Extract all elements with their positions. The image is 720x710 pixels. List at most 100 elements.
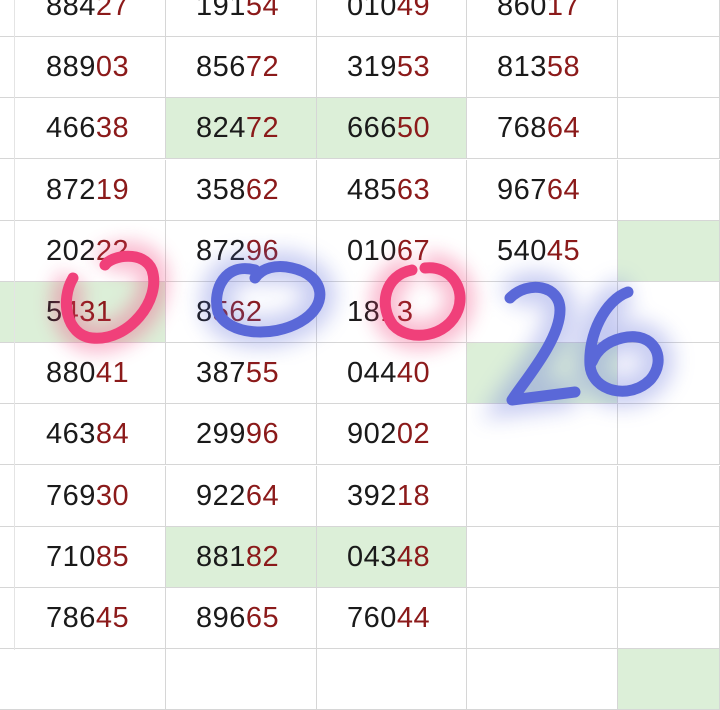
cell-value-leading-digits: 872 (46, 173, 96, 206)
table-cell[interactable]: 8 562 (166, 282, 317, 343)
cell-value-trailing-digits: 54 (245, 0, 280, 22)
cell-value-trailing-digits: 55 (245, 356, 280, 389)
cell-value-trailing-digits: 27 (95, 0, 130, 22)
table-cell[interactable]: 768 64 (467, 98, 618, 159)
cell-value-leading-digits: 191 (196, 0, 246, 22)
cell-value-leading-digits: 967 (497, 173, 547, 206)
table-cell[interactable]: 760 44 (317, 588, 467, 649)
cell-value-trailing-digits: 431 (62, 295, 113, 328)
cell-value-trailing-digits: 45 (546, 234, 581, 267)
table-cell[interactable]: 824 72 (166, 98, 317, 159)
cell-value-leading-digits: 8 (196, 295, 213, 328)
table-cell[interactable] (618, 221, 720, 282)
table-cell[interactable] (618, 588, 720, 649)
table-cell[interactable]: 463 84 (0, 404, 166, 465)
table-cell[interactable] (618, 649, 720, 710)
table-cell[interactable]: 896 65 (166, 588, 317, 649)
table-cell[interactable] (467, 649, 618, 710)
cell-value-leading-digits: 884 (46, 0, 96, 22)
cell-value-trailing-digits: 82 (245, 540, 280, 573)
table-cell[interactable]: 856 72 (166, 37, 317, 98)
table-cell[interactable] (467, 282, 618, 343)
table-cell[interactable]: 786 45 (0, 588, 166, 649)
table-cell[interactable] (467, 343, 618, 404)
table-cell[interactable]: 880 41 (0, 343, 166, 404)
table-cell[interactable] (467, 588, 618, 649)
cell-value-trailing-digits: 18 (396, 479, 431, 512)
cell-value-leading-digits: 202 (46, 234, 96, 267)
cell-value-leading-digits: 666 (347, 111, 397, 144)
table-cell[interactable] (618, 466, 720, 527)
cell-value-leading-digits: 786 (46, 601, 96, 634)
table-cell[interactable]: 872 96 (166, 221, 317, 282)
table-cell[interactable] (317, 649, 467, 710)
table-cell[interactable]: 881 82 (166, 527, 317, 588)
table-cell[interactable]: 889 03 (0, 37, 166, 98)
table-cell[interactable]: 769 30 (0, 466, 166, 527)
table-cell[interactable] (467, 466, 618, 527)
table-cell[interactable] (166, 649, 317, 710)
cell-value-leading-digits: 387 (196, 356, 246, 389)
table-cell[interactable]: 967 64 (467, 160, 618, 221)
table-cell[interactable]: 540 45 (467, 221, 618, 282)
table-cell[interactable]: 485 63 (317, 160, 467, 221)
table-cell[interactable] (618, 98, 720, 159)
table-cell[interactable]: 010 67 (317, 221, 467, 282)
table-cell[interactable]: 466 38 (0, 98, 166, 159)
table-cell[interactable] (467, 404, 618, 465)
cell-value-trailing-digits: 19 (95, 173, 130, 206)
table-cell[interactable]: 358 62 (166, 160, 317, 221)
table-cell[interactable]: 5 431 (0, 282, 166, 343)
cell-value-trailing-digits: 64 (546, 111, 581, 144)
table-cell[interactable]: 666 50 (317, 98, 467, 159)
cell-value-leading-digits: 463 (46, 417, 96, 450)
table-cell[interactable]: 299 96 (166, 404, 317, 465)
table-cell[interactable]: 387 55 (166, 343, 317, 404)
table-cell[interactable]: 902 02 (317, 404, 467, 465)
table-cell[interactable]: 922 64 (166, 466, 317, 527)
cell-value-trailing-digits: 72 (245, 50, 280, 83)
spreadsheet-grid: 884 27 191 54 010 49 860 17 889 03 856 72 319 53 813 58… (0, 0, 720, 710)
table-cell[interactable] (618, 37, 720, 98)
table-cell[interactable] (618, 404, 720, 465)
cell-value-leading-digits: 813 (497, 50, 547, 83)
table-cell[interactable] (618, 527, 720, 588)
cell-value-leading-digits: 710 (46, 540, 96, 573)
cell-value-trailing-digits: 40 (396, 356, 431, 389)
table-cell[interactable]: 18 13 (317, 282, 467, 343)
cell-value-trailing-digits: 22 (95, 234, 130, 267)
cell-value-leading-digits: 18 (347, 295, 381, 328)
table-cell[interactable]: 860 17 (467, 0, 618, 37)
table-cell[interactable]: 202 22 (0, 221, 166, 282)
cell-value-leading-digits: 299 (196, 417, 246, 450)
cell-value-trailing-digits: 48 (396, 540, 431, 573)
table-cell[interactable] (0, 649, 166, 710)
cell-value-trailing-digits: 62 (245, 173, 280, 206)
table-cell[interactable] (618, 343, 720, 404)
cell-value-trailing-digits: 63 (396, 173, 431, 206)
table-cell[interactable] (618, 160, 720, 221)
cell-value-leading-digits: 902 (347, 417, 397, 450)
table-cell[interactable]: 392 18 (317, 466, 467, 527)
table-cell[interactable]: 884 27 (0, 0, 166, 37)
table-cell[interactable] (618, 282, 720, 343)
cell-value-trailing-digits: 53 (396, 50, 431, 83)
table-cell[interactable] (618, 0, 720, 37)
table-cell[interactable]: 044 40 (317, 343, 467, 404)
table-cell[interactable]: 043 48 (317, 527, 467, 588)
cell-value-leading-digits: 010 (347, 0, 397, 22)
cell-value-trailing-digits: 58 (546, 50, 581, 83)
table-cell[interactable]: 710 85 (0, 527, 166, 588)
table-cell[interactable]: 813 58 (467, 37, 618, 98)
cell-value-leading-digits: 540 (497, 234, 547, 267)
cell-value-trailing-digits: 96 (245, 234, 280, 267)
cell-value-trailing-digits: 13 (380, 295, 414, 328)
table-cell[interactable]: 319 53 (317, 37, 467, 98)
table-cell[interactable]: 010 49 (317, 0, 467, 37)
table-cell[interactable]: 191 54 (166, 0, 317, 37)
table-cell[interactable]: 872 19 (0, 160, 166, 221)
cell-value-leading-digits: 358 (196, 173, 246, 206)
cell-value-trailing-digits: 64 (245, 479, 280, 512)
table-cell[interactable] (467, 527, 618, 588)
cell-value-trailing-digits: 41 (95, 356, 130, 389)
